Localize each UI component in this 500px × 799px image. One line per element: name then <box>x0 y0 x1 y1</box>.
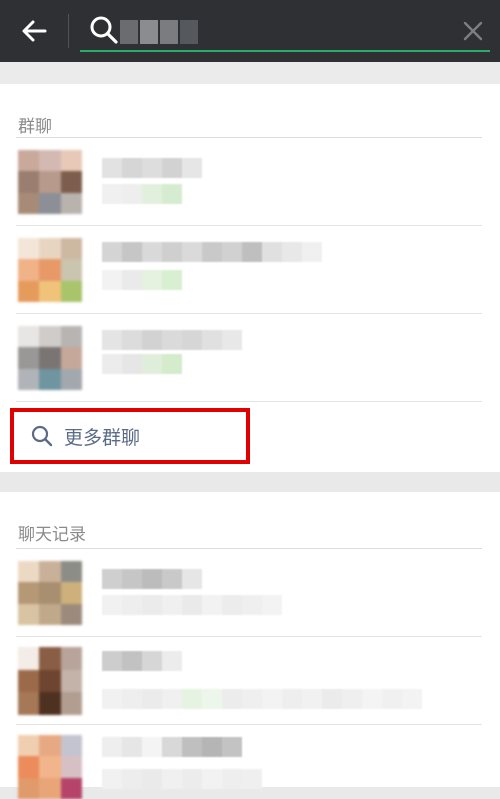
chat-avatar <box>18 561 82 625</box>
chat-message-redacted <box>102 689 422 709</box>
group-result-item[interactable] <box>0 314 500 402</box>
chat-message-redacted <box>102 595 282 615</box>
search-underline <box>80 50 490 52</box>
group-detail-redacted <box>102 184 182 204</box>
section-gap <box>0 62 500 84</box>
group-detail-redacted <box>102 270 182 290</box>
back-arrow-icon <box>22 20 47 42</box>
chat-record-item[interactable] <box>0 725 500 799</box>
more-group-chats-label: 更多群聊 <box>64 426 141 449</box>
chat-name-redacted <box>102 737 242 757</box>
group-result-item[interactable] <box>0 226 500 314</box>
back-button[interactable] <box>12 12 56 50</box>
toolbar-divider <box>68 14 69 48</box>
chat-history-section: 聊天记录 <box>0 492 500 799</box>
close-icon[interactable] <box>458 16 488 46</box>
group-section-title: 群聊 <box>18 117 52 137</box>
group-avatar <box>18 238 82 302</box>
section-gap <box>0 472 500 492</box>
search-icon <box>90 16 118 44</box>
search-input[interactable] <box>80 8 490 52</box>
row-divider <box>16 401 482 402</box>
group-chat-section: 群聊 更多群聊 <box>0 84 500 472</box>
group-name-redacted <box>102 158 202 178</box>
chat-message-redacted <box>102 769 262 789</box>
more-group-chats-button[interactable]: 更多群聊 <box>10 408 250 464</box>
group-result-item[interactable] <box>0 138 500 226</box>
chat-name-redacted <box>102 569 202 589</box>
group-avatar <box>18 326 82 390</box>
group-name-redacted <box>102 242 322 262</box>
search-icon <box>31 425 53 447</box>
chat-avatar <box>18 735 82 799</box>
chat-name-redacted <box>102 651 182 671</box>
chat-record-item[interactable] <box>0 549 500 637</box>
search-bar <box>0 0 500 62</box>
group-name-redacted <box>102 330 242 350</box>
chat-record-item[interactable] <box>0 637 500 725</box>
chat-section-title: 聊天记录 <box>18 525 86 545</box>
search-query-redacted <box>120 20 198 44</box>
group-detail-redacted <box>102 354 182 374</box>
chat-avatar <box>18 647 82 715</box>
group-avatar <box>18 150 82 214</box>
